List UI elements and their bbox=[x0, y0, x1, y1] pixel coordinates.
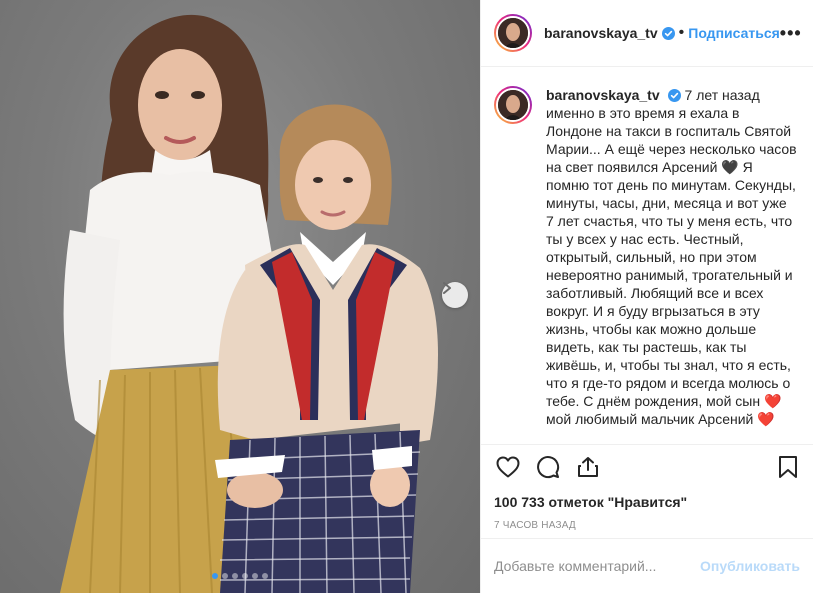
post-header: baranovskaya_tv • Подписаться ••• bbox=[481, 0, 813, 67]
avatar-image bbox=[496, 88, 530, 122]
comment-input[interactable] bbox=[494, 558, 701, 574]
heart-icon bbox=[496, 456, 520, 483]
header-username[interactable]: baranovskaya_tv bbox=[544, 25, 658, 41]
post-timestamp[interactable]: 7 ЧАСОВ НАЗАД bbox=[481, 519, 813, 533]
carousel-dots bbox=[0, 573, 480, 579]
next-photo-button[interactable] bbox=[442, 282, 468, 308]
separator-dot: • bbox=[678, 24, 685, 41]
verified-badge-icon bbox=[667, 88, 681, 102]
action-bar bbox=[481, 445, 813, 493]
share-button[interactable] bbox=[574, 455, 602, 483]
carousel-dot bbox=[262, 573, 268, 579]
instagram-post: baranovskaya_tv • Подписаться ••• barano… bbox=[0, 0, 813, 593]
comment-button[interactable] bbox=[534, 455, 562, 483]
comment-icon bbox=[536, 455, 560, 484]
publish-button[interactable]: Опубликовать bbox=[700, 558, 800, 574]
caption-area: baranovskaya_tv 7 лет назад именно в это… bbox=[481, 68, 813, 444]
carousel-dot bbox=[252, 573, 258, 579]
save-button[interactable] bbox=[774, 455, 802, 483]
comment-bar: Опубликовать bbox=[481, 538, 813, 593]
carousel-dot bbox=[242, 573, 248, 579]
avatar-image bbox=[496, 16, 530, 50]
caption-username[interactable]: baranovskaya_tv bbox=[546, 87, 660, 103]
post-photo[interactable] bbox=[0, 0, 480, 593]
share-icon bbox=[577, 456, 599, 483]
carousel-dot bbox=[212, 573, 218, 579]
avatar[interactable] bbox=[494, 14, 532, 52]
more-options-button[interactable]: ••• bbox=[780, 24, 802, 42]
carousel-dot bbox=[232, 573, 238, 579]
caption-text: baranovskaya_tv 7 лет назад именно в это… bbox=[546, 86, 798, 444]
carousel-dot bbox=[222, 573, 228, 579]
photo-illustration bbox=[60, 14, 438, 593]
verified-badge-icon bbox=[661, 26, 675, 40]
likes-count[interactable]: 100 733 отметок "Нравится" bbox=[481, 493, 813, 511]
actions-section: 100 733 отметок "Нравится" 7 ЧАСОВ НАЗАД bbox=[481, 444, 813, 533]
bookmark-icon bbox=[778, 455, 798, 484]
follow-button[interactable]: Подписаться bbox=[688, 25, 780, 41]
post-sidebar: baranovskaya_tv • Подписаться ••• barano… bbox=[480, 0, 813, 593]
like-button[interactable] bbox=[494, 455, 522, 483]
caption-avatar[interactable] bbox=[494, 86, 532, 124]
caption-body: 7 лет назад именно в это время я ехала в… bbox=[546, 87, 797, 427]
